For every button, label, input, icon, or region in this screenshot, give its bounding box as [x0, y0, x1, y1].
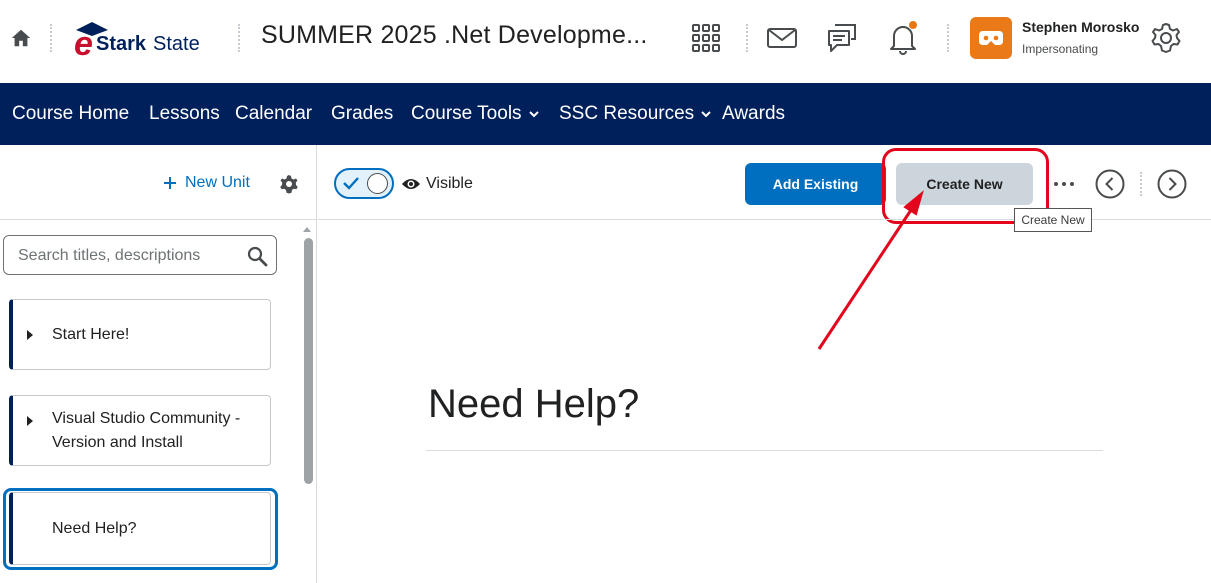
header-divider	[947, 24, 949, 52]
mail-icon[interactable]	[765, 21, 799, 55]
next-icon[interactable]	[1157, 169, 1187, 199]
user-role: Impersonating	[1022, 42, 1099, 56]
search-input[interactable]: Search titles, descriptions	[3, 235, 277, 275]
nav-label: Awards	[722, 103, 786, 124]
expand-caret-icon[interactable]	[27, 330, 33, 340]
unit-title: Visual Studio Community - Version and In…	[52, 410, 241, 451]
header-divider	[50, 24, 52, 52]
svg-text:Stark: Stark	[96, 33, 147, 55]
nav-grades[interactable]: Grades	[331, 103, 393, 125]
gear-icon[interactable]	[1149, 21, 1183, 55]
add-existing-button[interactable]: Add Existing	[745, 163, 886, 205]
unit-title: Need Help?	[52, 520, 137, 537]
divider	[1140, 172, 1142, 196]
nav-ssc-resources[interactable]: SSC Resources	[559, 103, 712, 125]
unit-item[interactable]: Start Here!	[9, 299, 271, 370]
nav-label: SSC Resources	[559, 103, 695, 124]
course-title[interactable]: SUMMER 2025 .Net Developme...	[261, 21, 648, 50]
more-options-icon[interactable]	[1053, 181, 1075, 187]
new-unit-button[interactable]: New Unit	[163, 174, 250, 192]
nav-label: Calendar	[235, 103, 313, 124]
nav-awards[interactable]: Awards	[722, 103, 785, 125]
check-icon	[343, 177, 359, 190]
scrollbar-thumb[interactable]	[304, 238, 313, 484]
nav-label: Course Home	[12, 103, 130, 124]
top-header: e Stark State eStark State SUMMER 2025 .N…	[0, 0, 1211, 83]
chevron-down-icon	[528, 111, 539, 118]
notification-badge	[908, 20, 918, 30]
settings-icon[interactable]	[279, 174, 299, 194]
page-title: Need Help?	[428, 382, 640, 426]
visibility-label: Visible	[426, 175, 473, 192]
nav-label: Course Tools	[411, 103, 522, 124]
svg-text:e: e	[74, 25, 93, 60]
search-placeholder: Search titles, descriptions	[18, 247, 201, 264]
scroll-up-arrow-icon[interactable]	[302, 225, 312, 233]
user-name[interactable]: Stephen Morosko	[1022, 19, 1139, 35]
search-icon[interactable]	[246, 245, 268, 267]
chevron-down-icon	[701, 111, 711, 118]
nav-course-tools[interactable]: Course Tools	[411, 103, 540, 125]
course-navbar: Course Home Lessons Calendar Grades Cour…	[0, 83, 1211, 145]
unit-item[interactable]: Visual Studio Community - Version and In…	[9, 395, 271, 466]
estarkstate-logo[interactable]: e Stark State	[72, 18, 222, 60]
impersonate-mask-icon	[979, 31, 1003, 45]
units-sidebar: New Unit Search titles, descriptions Sta…	[0, 145, 317, 583]
unit-item-selected[interactable]: Need Help?	[9, 492, 271, 565]
toggle-knob	[367, 173, 388, 194]
avatar[interactable]	[970, 17, 1012, 59]
heading-divider	[426, 450, 1103, 451]
previous-icon[interactable]	[1095, 169, 1125, 199]
chat-icon[interactable]	[825, 21, 859, 55]
nav-label: Lessons	[149, 103, 220, 124]
visibility-toggle[interactable]	[334, 168, 394, 199]
svg-text:State: State	[153, 33, 200, 55]
home-icon[interactable]	[10, 27, 32, 49]
nav-course-home[interactable]: Course Home	[12, 103, 129, 125]
header-divider	[238, 24, 240, 52]
new-unit-label: New Unit	[185, 174, 250, 191]
plus-icon	[164, 177, 176, 189]
create-new-tooltip: Create New	[1014, 208, 1092, 232]
unit-title: Start Here!	[52, 326, 130, 343]
expand-caret-icon[interactable]	[27, 416, 33, 426]
header-divider	[746, 24, 748, 52]
apps-grid-icon[interactable]	[689, 21, 723, 55]
divider	[0, 219, 316, 220]
eye-icon	[402, 179, 420, 189]
nav-label: Grades	[331, 103, 394, 124]
nav-lessons[interactable]: Lessons	[149, 103, 220, 125]
nav-calendar[interactable]: Calendar	[235, 103, 312, 125]
